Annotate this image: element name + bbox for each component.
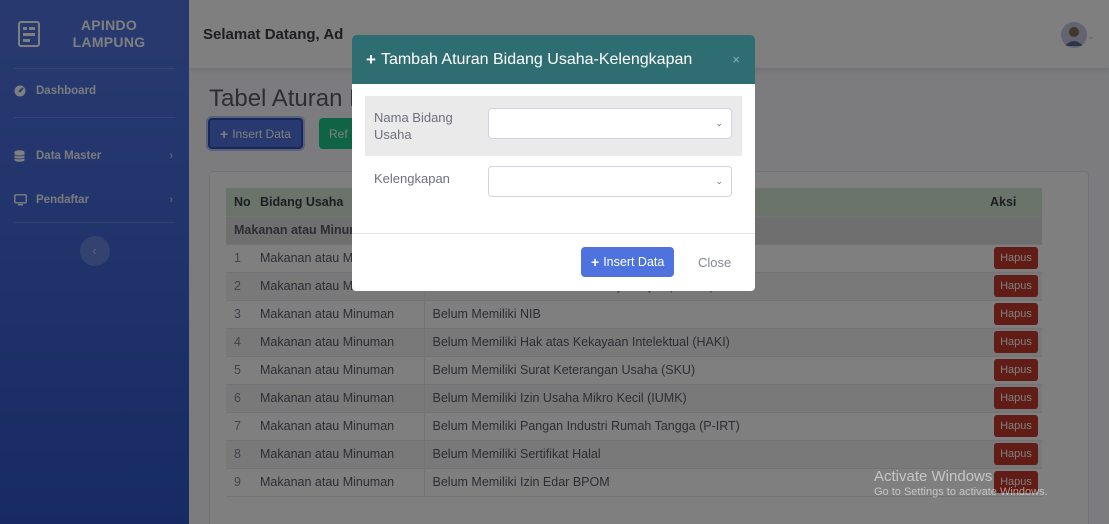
modal-insert-label: Insert Data — [603, 255, 665, 269]
modal-insert-data-button[interactable]: + Insert Data — [581, 247, 675, 277]
form-row-bidang-usaha: Nama Bidang Usaha ⌄ — [365, 96, 742, 156]
close-icon[interactable]: × — [732, 52, 740, 67]
watermark-title: Activate Windows — [874, 468, 993, 485]
modal-title: Tambah Aturan Bidang Usaha-Kelengkapan — [380, 50, 693, 68]
chevron-down-icon: ⌄ — [715, 118, 723, 128]
nama-bidang-usaha-select[interactable]: ⌄ — [488, 108, 732, 139]
plus-icon: + — [591, 254, 600, 270]
modal-footer: + Insert Data Close — [352, 233, 755, 291]
watermark-subtitle: Go to Settings to activate Windows. — [874, 486, 1048, 498]
plus-icon: + — [366, 49, 376, 69]
form-row-kelengkapan: Kelengkapan ⌄ — [365, 156, 742, 216]
field-label-nama-bidang-usaha: Nama Bidang Usaha — [374, 110, 453, 142]
activate-windows-watermark: Activate Windows Go to Settings to activ… — [874, 468, 1048, 498]
modal-close-button[interactable]: Close — [698, 255, 731, 270]
kelengkapan-select[interactable]: ⌄ — [488, 166, 732, 197]
field-label-kelengkapan: Kelengkapan — [374, 171, 450, 186]
chevron-down-icon: ⌄ — [715, 176, 723, 186]
add-rule-modal: + Tambah Aturan Bidang Usaha-Kelengkapan… — [352, 35, 755, 291]
modal-header: + Tambah Aturan Bidang Usaha-Kelengkapan… — [352, 35, 755, 84]
